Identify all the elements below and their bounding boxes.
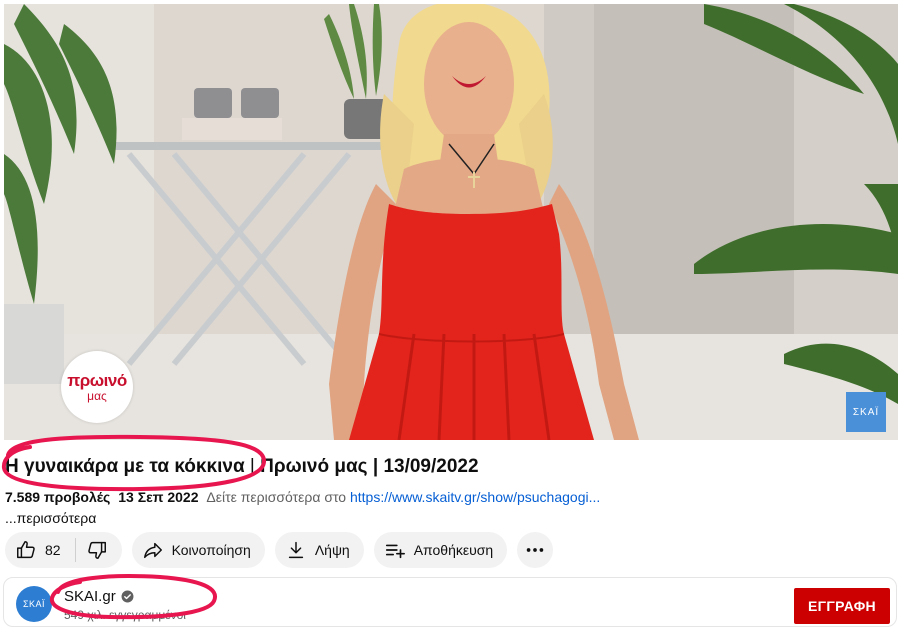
verified-check-icon <box>121 590 134 603</box>
video-title-part2: Πρωινό μας | 13/09/2022 <box>260 456 479 477</box>
save-button[interactable]: Αποθήκευση <box>373 532 508 568</box>
more-icon <box>526 548 544 552</box>
description-link[interactable]: https://www.skaitv.gr/show/psuchagogi... <box>350 489 600 505</box>
video-frame-scene <box>4 4 898 440</box>
subscriber-count: 549 χιλ. εγγεγραμμένοι <box>64 608 186 622</box>
save-label: Αποθήκευση <box>413 542 494 558</box>
video-player[interactable]: πρωινό μας ΣΚΑΪ <box>4 4 898 440</box>
download-icon <box>288 541 303 559</box>
like-count: 82 <box>45 542 61 558</box>
see-more-text: Δείτε περισσότερα στο <box>206 489 347 505</box>
share-icon <box>143 542 162 559</box>
save-to-playlist-icon <box>385 544 405 559</box>
thumbs-down-icon <box>87 541 106 559</box>
view-count: 7.589 προβολές <box>5 489 111 505</box>
show-logo-line1: πρωινό <box>67 370 127 390</box>
share-button[interactable]: Κοινοποίηση <box>131 532 265 568</box>
video-meta[interactable]: 7.589 προβολές 13 Σεπ 2022 Δείτε περισσό… <box>5 489 600 505</box>
like-button[interactable]: 82 <box>5 532 75 568</box>
show-logo: πρωινό μας <box>61 351 133 423</box>
thumbs-up-icon <box>17 541 35 559</box>
video-title-part1: Η γυναικάρα με τα κόκκινα <box>5 456 245 477</box>
video-title-separator: | <box>244 456 261 477</box>
action-bar: 82 Κοινοποίηση Λήψη Αποθήκευση <box>5 532 554 568</box>
like-dislike-group: 82 <box>5 532 122 568</box>
channel-name-group[interactable]: SKAI.gr <box>64 588 134 605</box>
dislike-button[interactable] <box>76 532 122 568</box>
download-button[interactable]: Λήψη <box>274 532 364 568</box>
upload-date: 13 Σεπ 2022 <box>118 489 199 505</box>
subscribe-button[interactable]: ΕΓΓΡΑΦΗ <box>794 588 890 624</box>
channel-name[interactable]: SKAI.gr <box>64 588 116 605</box>
show-logo-line2: μας <box>87 388 107 403</box>
more-actions-button[interactable] <box>517 532 554 568</box>
video-title: Η γυναικάρα με τα κόκκινα | Πρωινό μας |… <box>5 456 479 478</box>
download-label: Λήψη <box>314 542 350 558</box>
show-more-button[interactable]: ...περισσότερα <box>5 510 96 526</box>
channel-avatar[interactable]: ΣΚΑΪ <box>16 586 52 622</box>
channel-watermark: ΣΚΑΪ <box>846 392 886 432</box>
share-label: Κοινοποίηση <box>171 542 251 558</box>
